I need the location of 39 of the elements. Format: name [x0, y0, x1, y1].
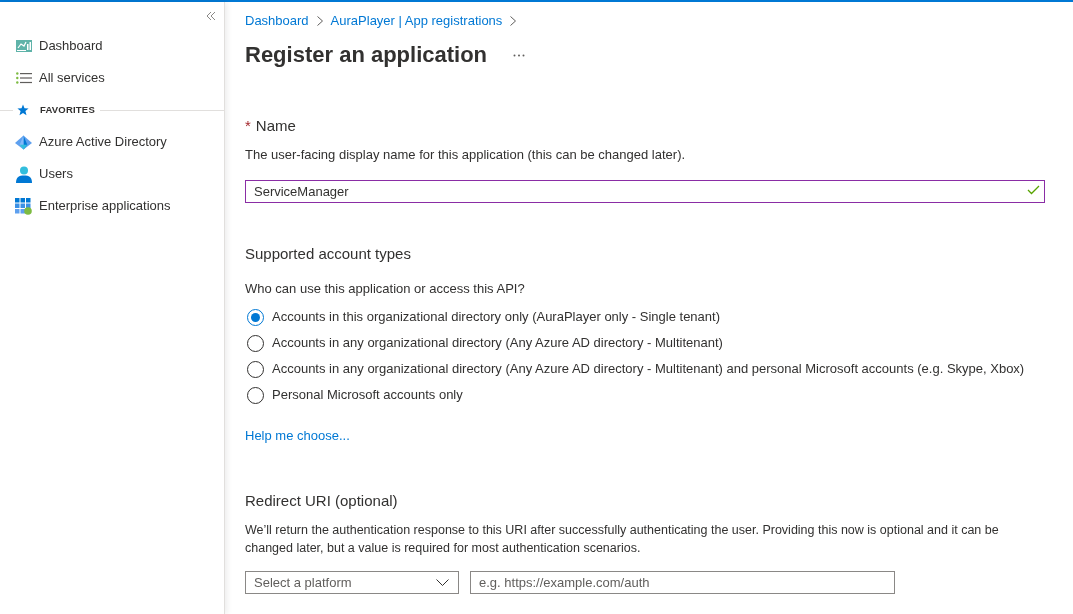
favorites-heading: FAVORITES	[40, 102, 95, 117]
sidebar-item[interactable]: All services	[0, 62, 224, 94]
chart-icon	[15, 39, 32, 53]
sidebar-item[interactable]: Azure Active Directory	[0, 126, 224, 158]
help-link[interactable]: Help me choose...	[245, 427, 350, 445]
platform-select[interactable]: Select a platform	[245, 571, 459, 594]
section-heading: Supported account types	[245, 244, 411, 264]
radio-button[interactable]	[247, 334, 264, 352]
radio-button[interactable]	[247, 360, 264, 378]
radio-button[interactable]	[247, 386, 264, 404]
question-text: Who can use this application or access this API?	[245, 280, 525, 298]
section-description: We’ll return the authentication response to this URI after successfully authenticating the user. Providing this now is optional and it can be changed later, but a value is required for most authentication scenarios.	[245, 522, 1000, 557]
section-heading: Redirect URI (optional)	[245, 491, 398, 511]
more-icon	[513, 53, 526, 57]
breadcrumb-link[interactable]: AuraPlayer | App registrations	[330, 11, 503, 31]
radio-label: Personal Microsoft accounts only	[272, 386, 463, 405]
redirect-uri-input[interactable]: e.g. https://example.com/auth	[470, 571, 895, 594]
field-label: Name	[255, 116, 296, 136]
chevron-right-icon	[510, 16, 517, 26]
sidebar-item[interactable]: Users	[0, 158, 224, 190]
radio-label: Accounts in any organizational directory (Any Azure AD directory - Multitenant)	[272, 334, 723, 353]
radio-label: Accounts in this organizational directory only (AuraPlayer only - Single tenant)	[272, 308, 720, 327]
breadcrumb-link[interactable]: Dashboard	[245, 11, 309, 31]
chevron-right-icon	[316, 16, 323, 26]
sidebar-item[interactable]: Dashboard	[0, 30, 224, 62]
list-icon	[15, 72, 32, 84]
star-icon	[17, 104, 29, 116]
app-grid-icon	[15, 197, 32, 215]
sidebar-item[interactable]: Enterprise applications	[0, 190, 224, 222]
chevron-down-icon	[436, 579, 449, 586]
required-mark: *	[245, 116, 251, 136]
page-title: Register an application	[245, 41, 488, 69]
radio-button[interactable]	[247, 308, 264, 326]
name-input[interactable]: ServiceManager	[245, 180, 1045, 203]
field-description: The user-facing display name for this application (this can be changed later).	[245, 146, 686, 164]
pyramid-icon	[15, 134, 32, 150]
user-icon	[15, 165, 32, 183]
collapse-icon[interactable]	[206, 11, 216, 21]
radio-label: Accounts in any organizational directory (Any Azure AD directory - Multitenant) and personal Microsoft accounts (e.g. Skype, Xbox)	[272, 360, 1025, 379]
